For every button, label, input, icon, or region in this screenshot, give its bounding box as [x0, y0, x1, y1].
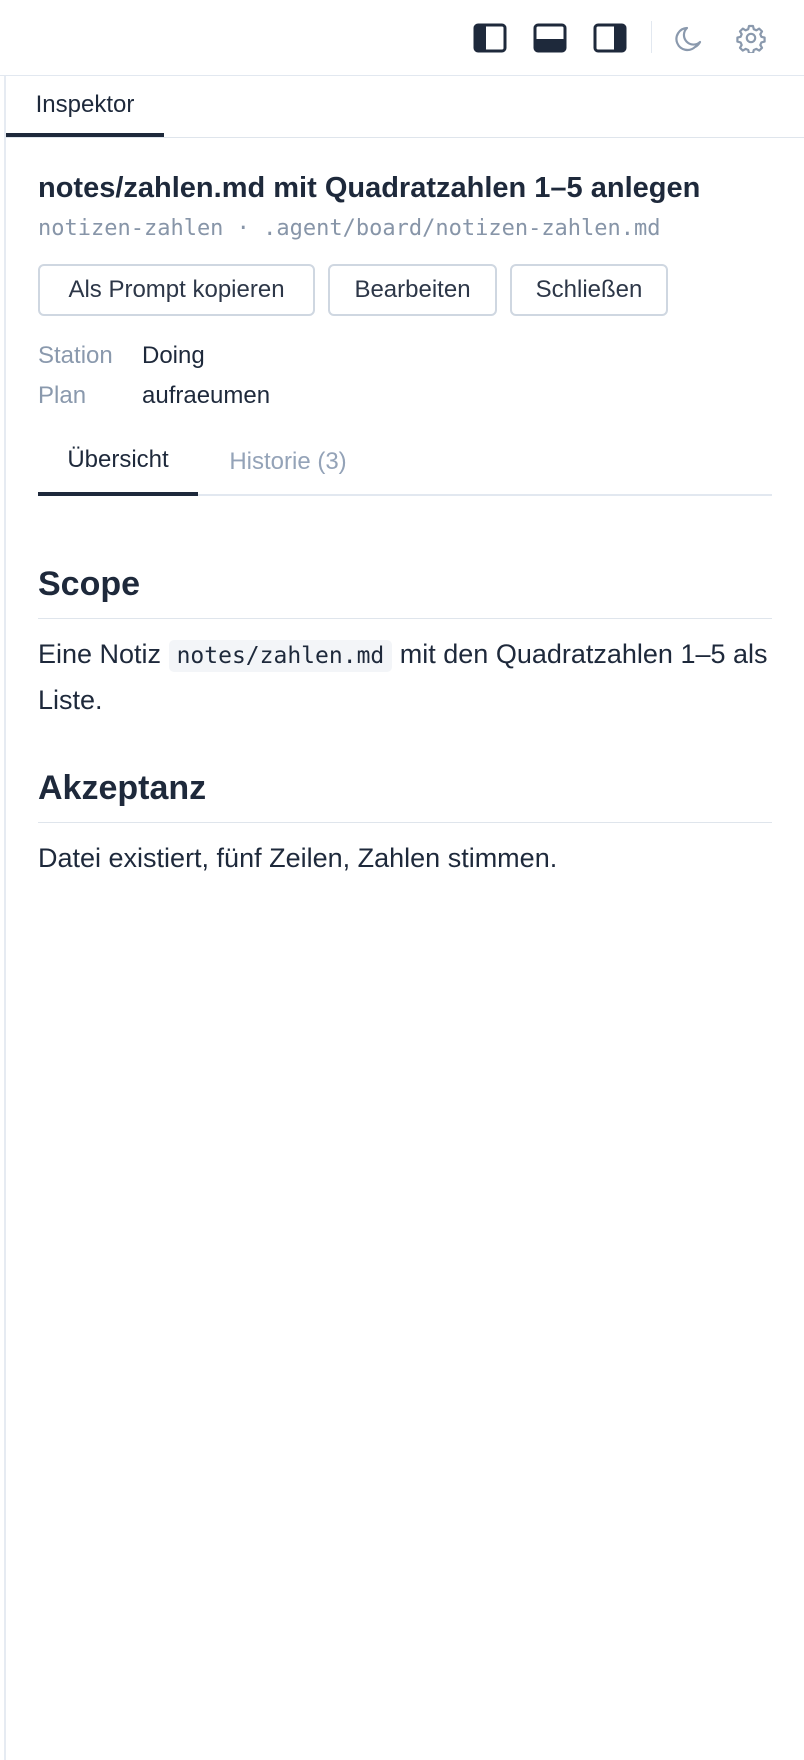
plan-label: Plan [38, 382, 87, 409]
detail-tabs: Übersicht Historie (3) [38, 428, 772, 496]
gear-icon[interactable] [733, 20, 769, 56]
acceptance-text: Datei existiert, fünf Zeilen, Zahlen sti… [38, 843, 558, 873]
station-value: Doing [142, 342, 205, 369]
layout-left-panel-icon[interactable] [472, 20, 508, 56]
scope-text: Eine Notiz notes/zahlen.md mit den Quadr… [38, 632, 772, 722]
layout-right-panel-icon[interactable] [592, 20, 628, 56]
plan-value: aufraeumen [142, 382, 271, 409]
layout-bottom-panel-icon[interactable] [532, 20, 568, 56]
tab-uebersicht[interactable]: Übersicht [38, 428, 198, 496]
panel-tab-bar: Inspektor [6, 76, 804, 138]
panel-left-border [4, 76, 6, 1760]
close-button[interactable]: Schließen [510, 264, 668, 316]
scope-heading: Scope [38, 565, 772, 619]
scope-code: notes/zahlen.md [168, 640, 393, 672]
task-title: notes/zahlen.md mit Quadratzahlen 1–5 an… [38, 172, 701, 204]
scope-text-before: Eine Notiz [38, 639, 169, 669]
tab-inspektor[interactable]: Inspektor [6, 76, 164, 137]
station-label: Station [38, 342, 113, 369]
task-path: notizen-zahlen · .agent/board/notizen-za… [38, 216, 661, 241]
toolbar-divider [651, 21, 652, 53]
edit-button[interactable]: Bearbeiten [328, 264, 497, 316]
moon-icon[interactable] [672, 20, 708, 56]
tab-historie[interactable]: Historie (3) [198, 428, 378, 496]
top-toolbar [0, 0, 804, 76]
copy-prompt-button[interactable]: Als Prompt kopieren [38, 264, 315, 316]
acceptance-heading: Akzeptanz [38, 769, 772, 823]
